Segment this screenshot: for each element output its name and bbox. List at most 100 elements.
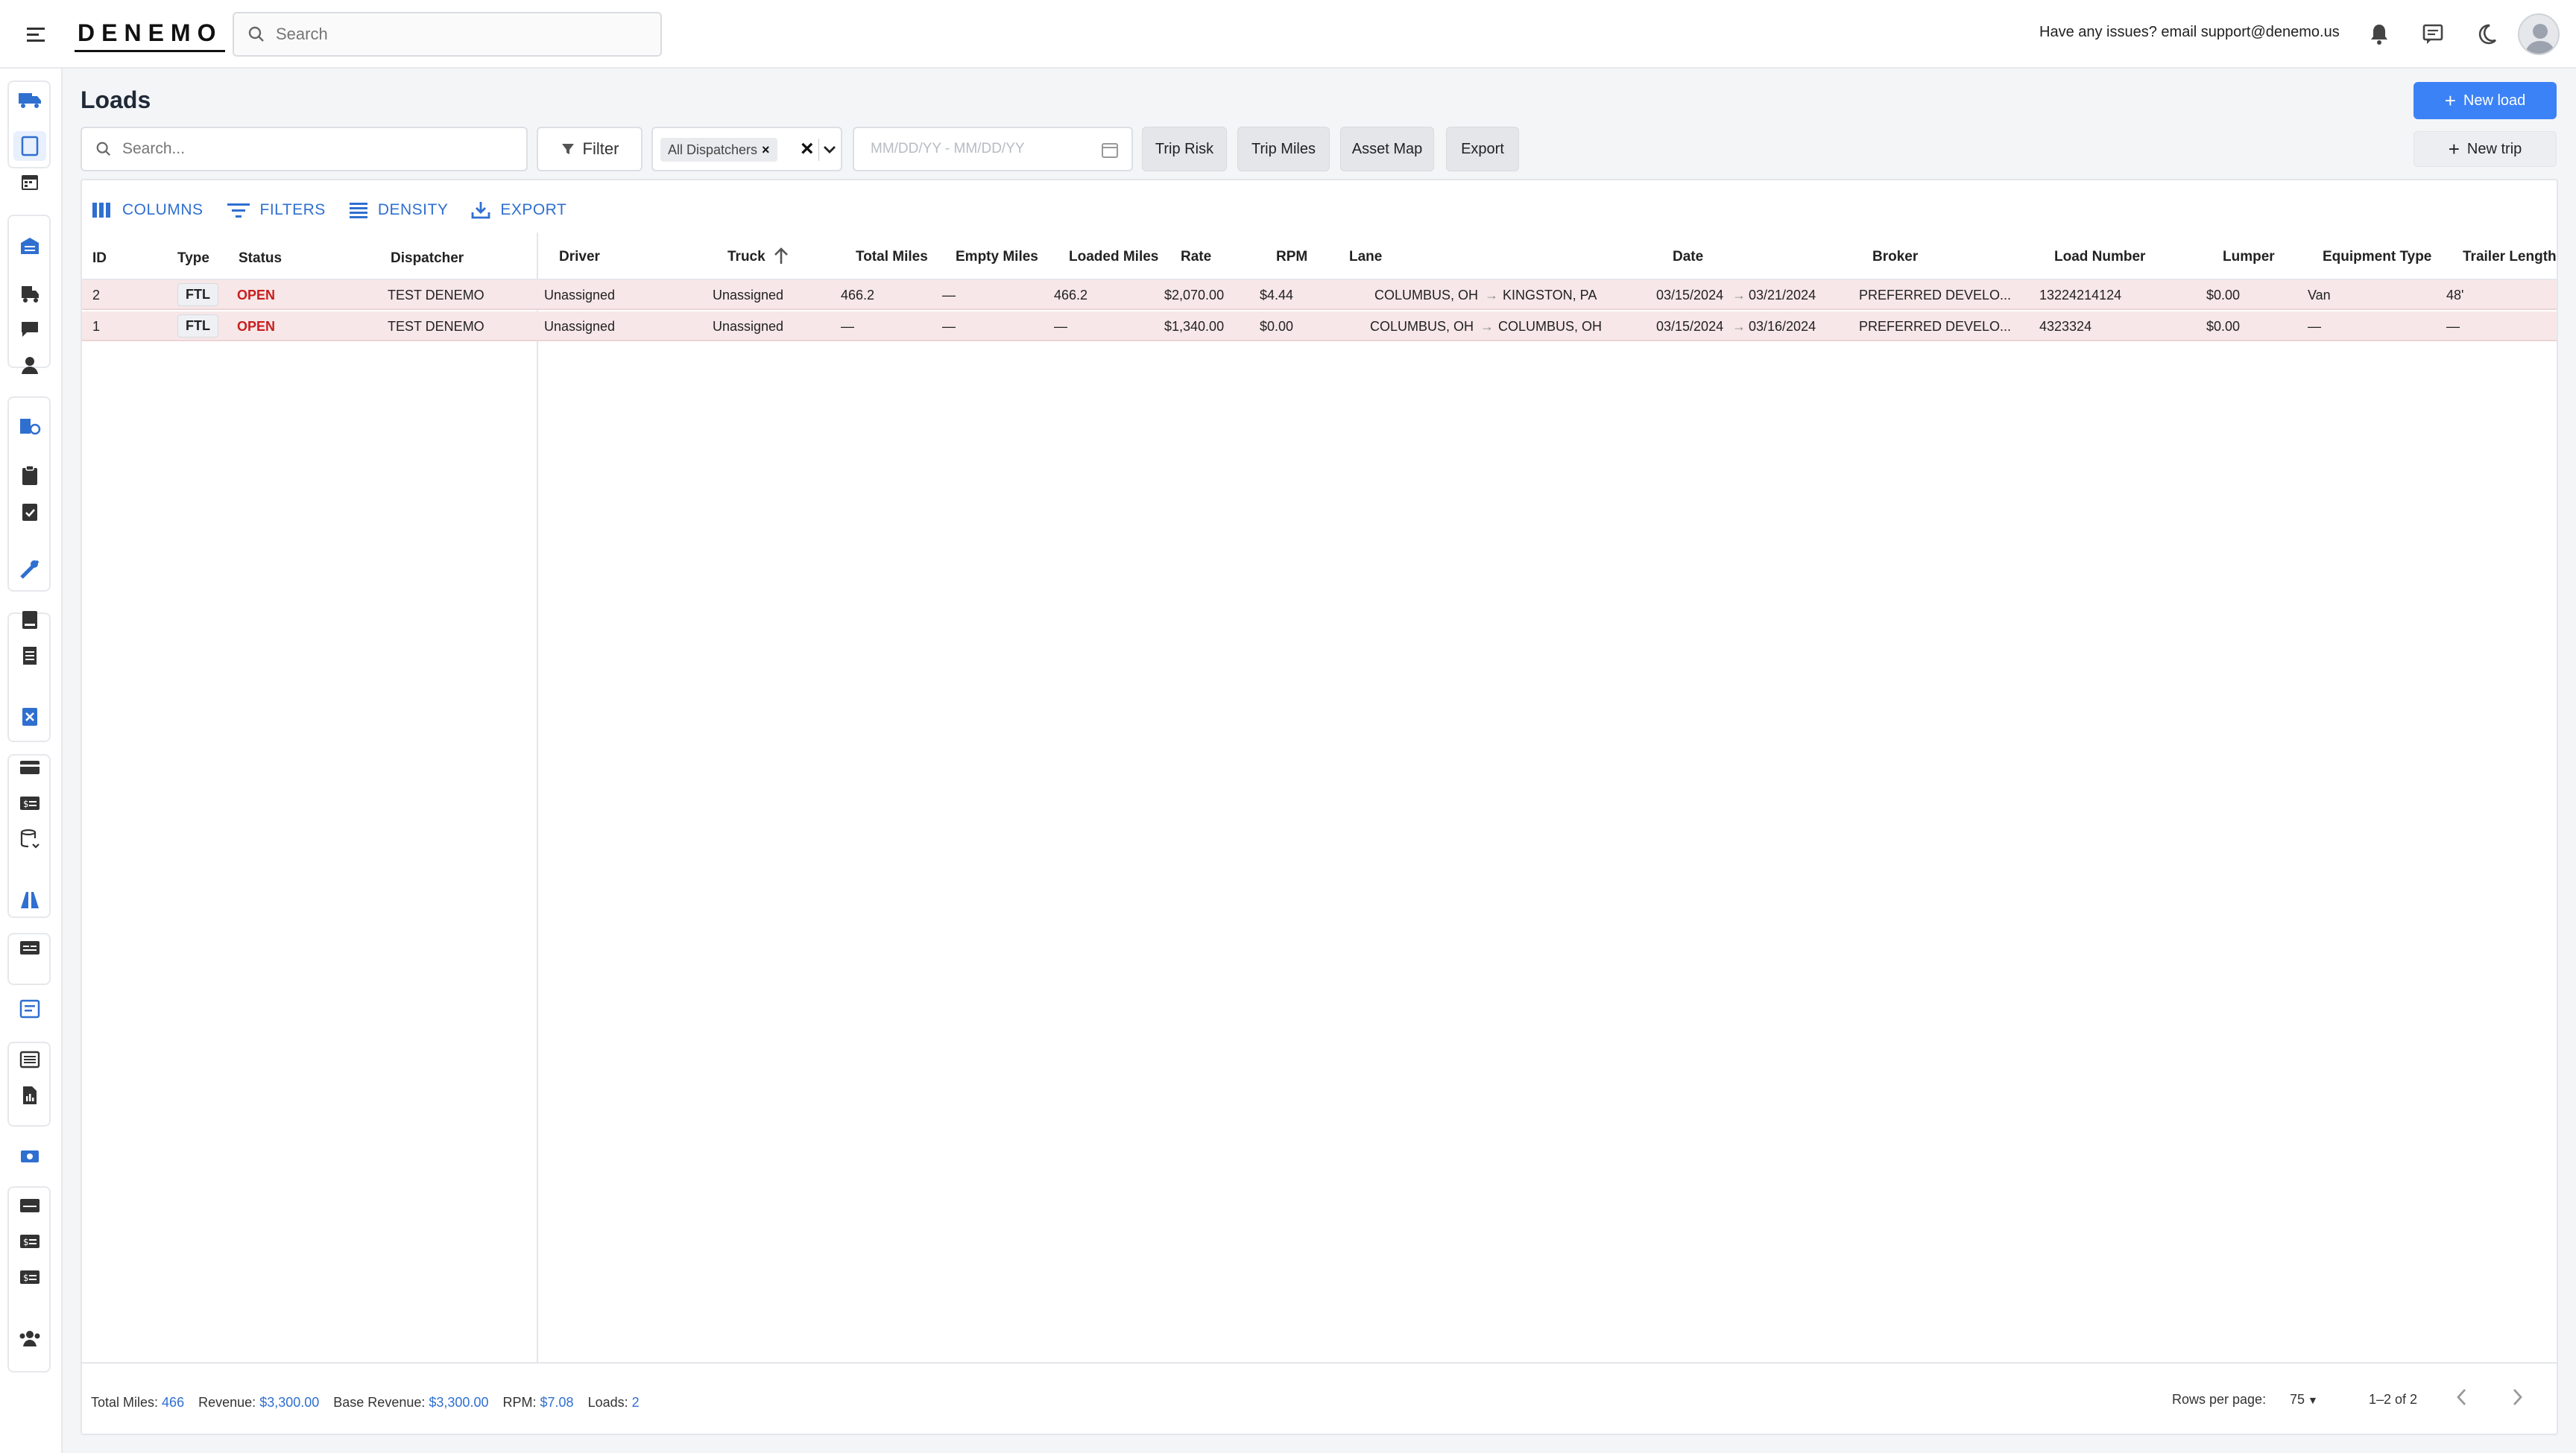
col-header-status[interactable]: Status — [239, 250, 282, 267]
col-header-rate[interactable]: Rate — [1181, 249, 1211, 265]
col-header-equipment-type[interactable]: Equipment Type — [2323, 249, 2431, 265]
export-button[interactable]: Export — [1446, 127, 1519, 171]
table-row[interactable]: 1 FTL OPEN TEST DENEMO Unassigned Unassi… — [82, 311, 2557, 341]
cell-truck[interactable]: Unassigned — [713, 319, 783, 335]
clipboard-icon[interactable] — [13, 460, 46, 490]
calendar-icon[interactable] — [1100, 140, 1120, 159]
cell-empty-miles: — — [942, 288, 956, 303]
cell-driver[interactable]: Unassigned — [544, 319, 615, 335]
col-header-empty-miles[interactable]: Empty Miles — [956, 249, 1038, 265]
avatar[interactable] — [2518, 13, 2560, 55]
brand-logo[interactable]: DENEMO — [75, 18, 226, 52]
col-header-broker[interactable]: Broker — [1872, 249, 1918, 265]
col-header-type[interactable]: Type — [177, 250, 209, 267]
next-page-icon[interactable] — [2507, 1386, 2527, 1412]
col-header-trailer-length[interactable]: Trailer Length — [2463, 249, 2557, 265]
driver-pay-icon[interactable] — [13, 411, 46, 441]
database-icon[interactable] — [13, 824, 46, 854]
money-list-icon[interactable]: $ — [13, 788, 46, 818]
list-report-icon[interactable] — [13, 1045, 46, 1074]
global-search-input[interactable] — [276, 25, 634, 44]
reports-icon[interactable] — [13, 994, 46, 1024]
bell-icon[interactable] — [2364, 19, 2394, 49]
clipboard-check-icon[interactable] — [13, 496, 46, 526]
col-header-rpm[interactable]: RPM — [1276, 249, 1307, 265]
road-icon[interactable] — [13, 885, 46, 915]
cell-driver[interactable]: Unassigned — [544, 288, 615, 303]
global-search[interactable] — [233, 12, 662, 57]
col-header-driver[interactable]: Driver — [559, 249, 600, 265]
dark-mode-icon[interactable] — [2472, 19, 2501, 49]
cell-dispatcher: TEST DENEMO — [388, 319, 484, 334]
cell-load-number: 13224214124 — [2039, 288, 2122, 303]
file-chart-icon[interactable] — [13, 1080, 46, 1110]
card-icon[interactable] — [13, 753, 46, 782]
book-icon[interactable] — [13, 605, 46, 635]
cell-rate: $2,070.00 — [1164, 288, 1225, 303]
trip-miles-button[interactable]: Trip Miles — [1237, 127, 1330, 171]
asset-map-button[interactable]: Asset Map — [1340, 127, 1434, 171]
dispatcher-chip[interactable]: All Dispatchers × — [660, 138, 777, 162]
col-header-lane[interactable]: Lane — [1349, 249, 1382, 265]
menu-icon[interactable] — [22, 21, 49, 48]
columns-button[interactable]: COLUMNS — [91, 200, 203, 220]
col-header-truck[interactable]: Truck — [727, 249, 765, 265]
col-header-date[interactable]: Date — [1673, 249, 1703, 265]
grid-header-row: ID Type Status Dispatcher Driver Truck T… — [82, 237, 2557, 280]
settlement-icon[interactable]: $ — [13, 1226, 46, 1256]
rows-per-page-select[interactable]: 75 ▼ — [2290, 1392, 2318, 1408]
loads-search-input[interactable] — [122, 140, 510, 158]
truck-loads-icon[interactable] — [13, 83, 46, 113]
chat-icon[interactable] — [2418, 19, 2448, 49]
chip-remove-icon[interactable]: × — [762, 142, 770, 158]
calculator-icon[interactable] — [13, 702, 46, 732]
filter-button[interactable]: Filter — [537, 127, 643, 171]
new-trip-button[interactable]: + New trip — [2414, 131, 2557, 167]
col-header-loaded-miles[interactable]: Loaded Miles — [1069, 249, 1158, 265]
revenue-stat: Revenue: $3,300.00 — [198, 1395, 320, 1410]
plus-icon: + — [2448, 137, 2460, 160]
prev-page-icon[interactable] — [2452, 1386, 2472, 1412]
search-icon — [96, 142, 111, 156]
loads-search[interactable] — [80, 127, 528, 171]
date-to: 03/16/2024 — [1749, 319, 1816, 334]
dispatcher-select[interactable]: All Dispatchers × × — [651, 127, 842, 171]
cell-equipment: Van — [2308, 288, 2331, 303]
truck-icon[interactable] — [13, 279, 46, 308]
table-row[interactable]: 2 FTL OPEN TEST DENEMO Unassigned Unassi… — [82, 280, 2557, 310]
loads-stat: Loads: 2 — [587, 1395, 640, 1410]
wrench-icon[interactable] — [13, 554, 46, 584]
receipt-icon[interactable] — [13, 641, 46, 671]
id-card-icon[interactable] — [13, 1191, 46, 1221]
chevron-down-icon[interactable] — [821, 142, 838, 162]
col-header-lumper[interactable]: Lumper — [2223, 249, 2275, 265]
sort-ascending-icon[interactable] — [772, 246, 790, 270]
filter-lines-icon — [227, 203, 250, 218]
grid-export-button[interactable]: EXPORT — [470, 200, 566, 221]
col-header-total-miles[interactable]: Total Miles — [856, 249, 928, 265]
cell-truck[interactable]: Unassigned — [713, 288, 783, 303]
person-icon[interactable] — [13, 350, 46, 380]
density-button[interactable]: DENSITY — [348, 200, 449, 220]
filters-button[interactable]: FILTERS — [226, 200, 326, 220]
col-header-id[interactable]: ID — [92, 250, 107, 267]
users-icon[interactable] — [13, 1323, 46, 1353]
clear-icon[interactable]: × — [801, 137, 814, 161]
ifta-icon[interactable] — [13, 933, 46, 963]
base-revenue-stat: Base Revenue: $3,300.00 — [333, 1395, 489, 1410]
expense-icon[interactable]: $ — [13, 1262, 46, 1292]
col-header-dispatcher[interactable]: Dispatcher — [391, 250, 464, 267]
loads-icon[interactable] — [13, 131, 46, 161]
date-range-input[interactable]: MM/DD/YY - MM/DD/YY — [853, 127, 1133, 171]
building-icon[interactable] — [13, 231, 46, 261]
payroll-icon[interactable] — [13, 1142, 46, 1171]
columns-icon — [92, 203, 110, 218]
svg-text:$: $ — [23, 1237, 29, 1247]
calendar-icon[interactable] — [13, 167, 46, 197]
pinned-columns-divider — [537, 232, 538, 1362]
sidebar: $ $ $ — [0, 69, 63, 1453]
col-header-load-number[interactable]: Load Number — [2054, 249, 2145, 265]
new-load-button[interactable]: + New load — [2414, 82, 2557, 119]
trip-risk-button[interactable]: Trip Risk — [1142, 127, 1227, 171]
chat-bubble-icon[interactable] — [13, 314, 46, 344]
